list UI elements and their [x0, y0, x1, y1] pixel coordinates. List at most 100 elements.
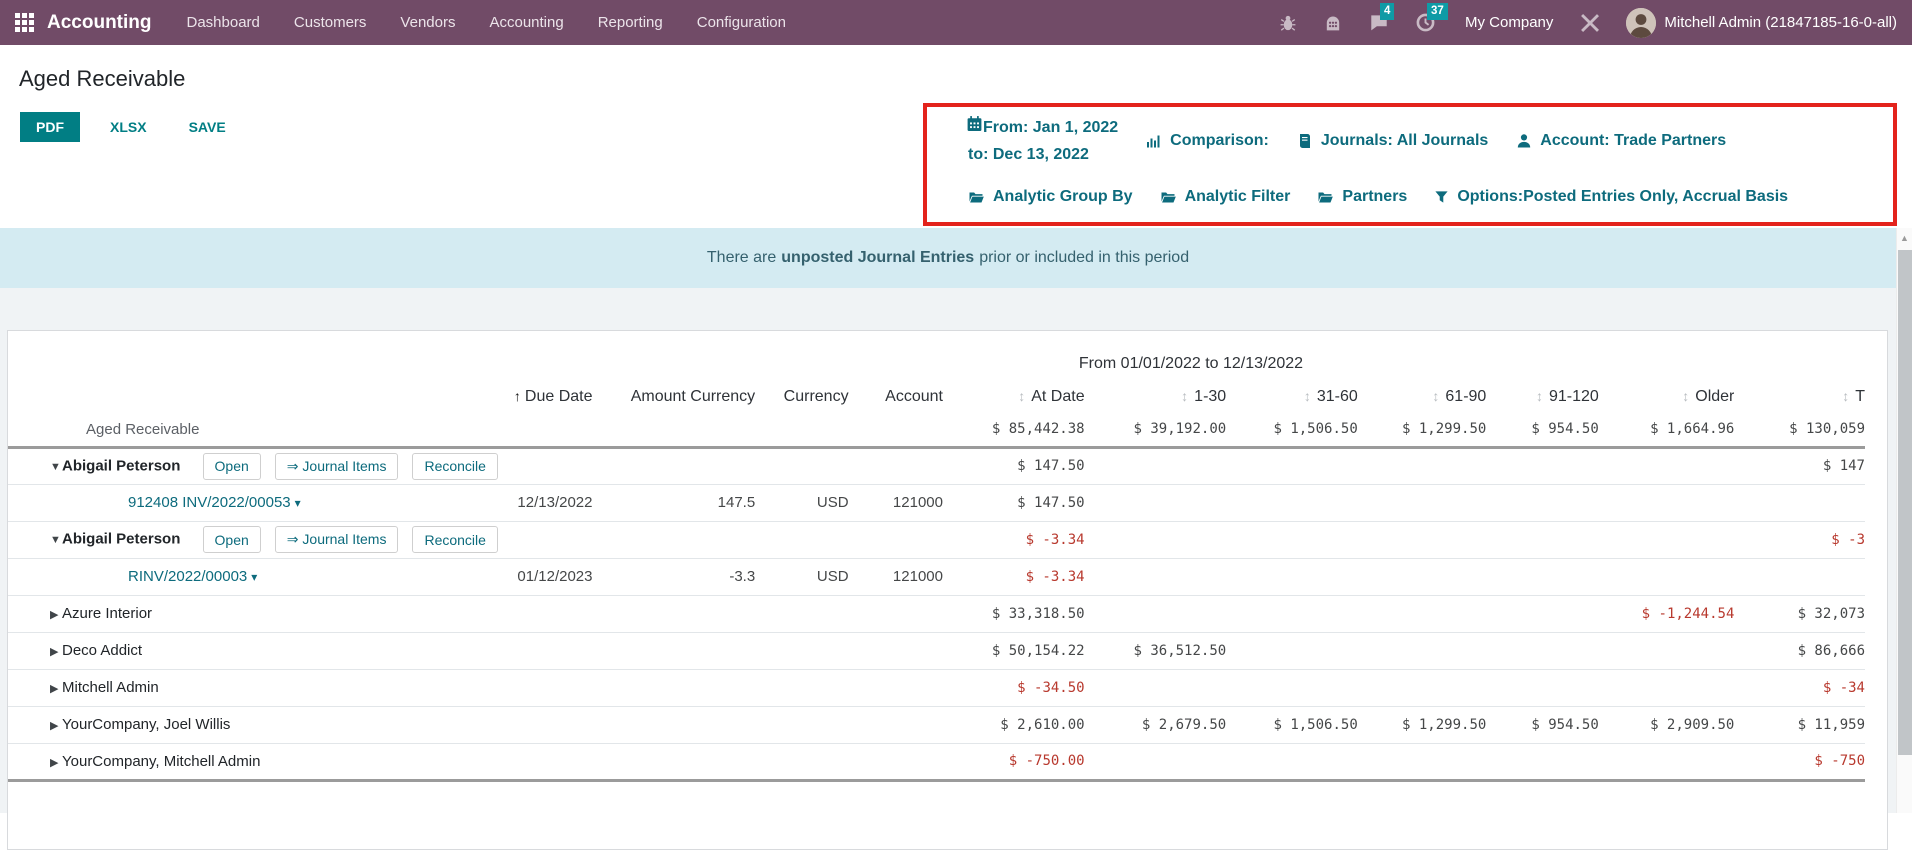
activities-clock-icon[interactable]: 37 [1416, 13, 1435, 32]
col-older-label: Older [1695, 388, 1734, 405]
col-currency[interactable]: Currency [755, 381, 848, 413]
menu-reporting[interactable]: Reporting [598, 14, 663, 31]
date-to-label: to: Dec 13, 2022 [968, 141, 1118, 168]
vertical-scrollbar[interactable]: ▲ [1896, 228, 1912, 813]
caret-down-icon[interactable]: ▼ [8, 461, 62, 473]
partner-name[interactable]: YourCompany, Mitchell Admin [62, 753, 260, 770]
unposted-journal-entries-link[interactable]: unposted Journal Entries [781, 249, 974, 267]
journal-entry-link[interactable]: 912408 INV/2022/00053▾ [128, 494, 301, 511]
col-older[interactable]: ↕Older [1599, 381, 1735, 413]
messages-icon[interactable]: 4 [1369, 13, 1389, 32]
company-switcher[interactable]: My Company [1465, 14, 1553, 31]
caret-down-icon[interactable]: ▼ [8, 534, 62, 546]
open-button[interactable]: Open [203, 526, 261, 553]
caret-right-icon[interactable]: ▶ [8, 682, 62, 695]
menu-vendors[interactable]: Vendors [400, 14, 455, 31]
total-at-date: $ 85,442.38 [943, 413, 1085, 447]
col-due-date[interactable]: ↑Due Date [502, 381, 592, 413]
col-1-30-label: 1-30 [1194, 388, 1226, 405]
caret-right-icon[interactable]: ▶ [8, 608, 62, 621]
total-amount: $ 147 [1734, 447, 1865, 484]
options-label: Options:Posted Entries Only, Accrual Bas… [1457, 188, 1788, 206]
journals-label: Journals: All Journals [1321, 132, 1488, 150]
calendar-icon [966, 115, 983, 132]
col-total-label: T [1855, 388, 1865, 405]
partner-name[interactable]: Deco Addict [62, 642, 142, 659]
partners-filter[interactable]: Partners [1317, 188, 1407, 206]
date-filter[interactable]: From: Jan 1, 2022 to: Dec 13, 2022 [966, 114, 1118, 168]
journal-items-button[interactable]: ⇒ Journal Items [275, 526, 399, 553]
partner-name[interactable]: Abigail Peterson [62, 457, 180, 474]
top-navbar: Accounting Dashboard Customers Vendors A… [0, 0, 1912, 45]
pdf-button[interactable]: PDF [20, 112, 80, 142]
menu-dashboard[interactable]: Dashboard [187, 14, 260, 31]
comparison-filter[interactable]: Comparison: [1146, 132, 1269, 150]
sort-both-icon: ↕ [1842, 388, 1849, 404]
col-91-120-label: 91-120 [1549, 388, 1599, 405]
journals-filter[interactable]: Journals: All Journals [1297, 132, 1488, 150]
journal-items-label: Journal Items [302, 458, 386, 474]
partner-name[interactable]: Mitchell Admin [62, 679, 159, 696]
person-icon [1516, 133, 1532, 149]
due-date-cell: 01/12/2023 [502, 558, 592, 595]
save-button[interactable]: SAVE [177, 112, 238, 142]
report-total-label: Aged Receivable [86, 421, 199, 438]
col-61-90-label: 61-90 [1445, 388, 1486, 405]
double-arrow-icon: ⇒ [287, 458, 299, 474]
journal-items-button[interactable]: ⇒ Journal Items [275, 453, 399, 480]
partner-name[interactable]: YourCompany, Joel Willis [62, 716, 230, 733]
page-title: Aged Receivable [19, 66, 185, 92]
at-date-amount: $ -750.00 [943, 743, 1085, 780]
col-61-90[interactable]: ↕61-90 [1358, 381, 1487, 413]
xlsx-button[interactable]: XLSX [98, 112, 159, 142]
date-from-label: From: Jan 1, 2022 [983, 119, 1118, 136]
analytic-filter[interactable]: Analytic Filter [1160, 188, 1291, 206]
table-row: ▶Mitchell Admin $ -34.50 $ -34 [8, 669, 1865, 706]
total-total: $ 130,059 [1734, 413, 1865, 447]
61-90-amount: $ 1,299.50 [1358, 706, 1487, 743]
bug-icon[interactable] [1279, 13, 1297, 32]
reconcile-button[interactable]: Reconcile [412, 453, 497, 480]
partner-name[interactable]: Abigail Peterson [62, 530, 180, 547]
scrollbar-thumb[interactable] [1898, 250, 1912, 755]
bar-chart-icon [1146, 133, 1162, 149]
total-91-120: $ 954.50 [1486, 413, 1598, 447]
menu-customers[interactable]: Customers [294, 14, 367, 31]
caret-right-icon[interactable]: ▶ [8, 756, 62, 769]
reconcile-button[interactable]: Reconcile [412, 526, 497, 553]
analytic-group-by-filter[interactable]: Analytic Group By [968, 188, 1133, 206]
col-amount-currency[interactable]: Amount Currency [593, 381, 756, 413]
options-filter[interactable]: Options:Posted Entries Only, Accrual Bas… [1434, 188, 1788, 206]
col-account[interactable]: Account [849, 381, 943, 413]
table-row: ▶Azure Interior $ 33,318.50 $ -1,244.54 … [8, 595, 1865, 632]
amount-currency-cell: 147.5 [593, 484, 756, 521]
caret-right-icon[interactable]: ▶ [8, 645, 62, 658]
col-1-30[interactable]: ↕1-30 [1085, 381, 1227, 413]
filter-row-2: Analytic Group By Analytic Filter Partne… [968, 182, 1788, 211]
apps-grid-icon[interactable] [15, 13, 34, 32]
period-column-header: From 01/01/2022 to 12/13/2022 [991, 355, 1391, 373]
col-total[interactable]: ↕T [1734, 381, 1865, 413]
journal-entry-link[interactable]: RINV/2022/00003▾ [128, 568, 257, 585]
upgrade-bag-icon[interactable] [1324, 13, 1342, 32]
open-button[interactable]: Open [203, 453, 261, 480]
tools-icon[interactable] [1580, 13, 1600, 33]
col-31-60[interactable]: ↕31-60 [1226, 381, 1358, 413]
1-30-amount: $ 36,512.50 [1085, 632, 1227, 669]
col-91-120[interactable]: ↕91-120 [1486, 381, 1598, 413]
caret-right-icon[interactable]: ▶ [8, 719, 62, 732]
user-avatar[interactable] [1626, 8, 1656, 38]
amount-currency-cell: -3.3 [593, 558, 756, 595]
col-at-date[interactable]: ↕At Date [943, 381, 1085, 413]
account-filter[interactable]: Account: Trade Partners [1516, 132, 1726, 150]
filter-row-1: From: Jan 1, 2022 to: Dec 13, 2022 Compa… [966, 111, 1726, 171]
partner-name[interactable]: Azure Interior [62, 605, 152, 622]
user-menu[interactable]: Mitchell Admin (21847185-16-0-all) [1664, 14, 1897, 31]
current-app-name[interactable]: Accounting [47, 12, 152, 34]
account-cell: 121000 [849, 484, 943, 521]
at-date-amount: $ 147.50 [943, 447, 1085, 484]
scroll-up-arrow-icon[interactable]: ▲ [1897, 228, 1912, 243]
partners-label: Partners [1342, 188, 1407, 206]
menu-configuration[interactable]: Configuration [697, 14, 786, 31]
menu-accounting[interactable]: Accounting [489, 14, 563, 31]
